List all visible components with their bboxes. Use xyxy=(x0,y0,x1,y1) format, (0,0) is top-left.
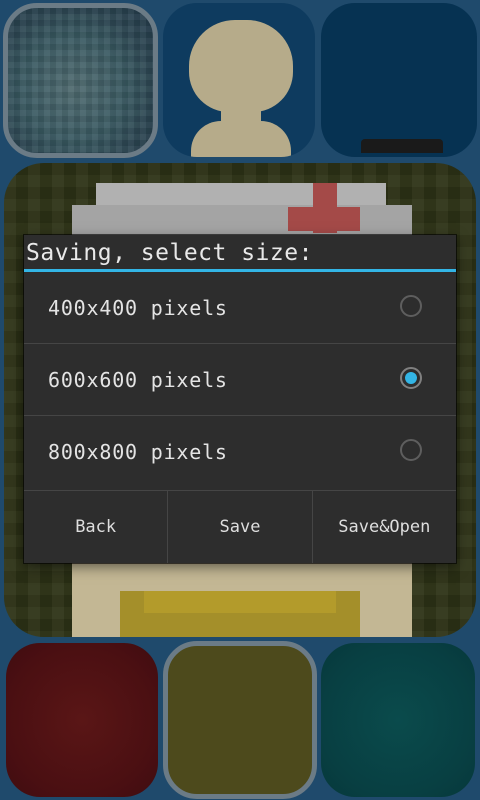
size-option-label: 400x400 pixels xyxy=(48,296,228,320)
radio-button-800[interactable] xyxy=(400,439,422,461)
color-tile-olive[interactable] xyxy=(163,641,317,799)
avatar-body-shape xyxy=(191,121,291,157)
save-button[interactable]: Save xyxy=(168,491,313,563)
avatar-silhouette-tile[interactable] xyxy=(163,3,315,157)
hat-brim-shape xyxy=(361,139,443,153)
radio-button-600[interactable] xyxy=(400,367,422,389)
size-option-label: 600x600 pixels xyxy=(48,368,228,392)
dialog-button-bar: Back Save Save&Open xyxy=(24,490,456,563)
size-option-400[interactable]: 400x400 pixels xyxy=(24,272,456,344)
avatar-head-icon xyxy=(189,20,293,112)
size-option-label: 800x800 pixels xyxy=(48,440,228,464)
back-button[interactable]: Back xyxy=(24,491,169,563)
radio-button-400[interactable] xyxy=(400,295,422,317)
red-cross-bar xyxy=(288,207,360,231)
blank-tile[interactable] xyxy=(321,3,477,157)
pixel-texture xyxy=(8,8,153,153)
dialog-title: Saving, select size: xyxy=(26,240,313,266)
save-size-dialog: Saving, select size: 400x400 pixels 600x… xyxy=(24,235,456,563)
nurse-hat xyxy=(72,205,412,237)
size-option-600[interactable]: 600x600 pixels xyxy=(24,344,456,416)
color-tile-teal[interactable] xyxy=(321,643,475,797)
collar-highlight xyxy=(144,591,336,613)
face-thumbnail-tile[interactable] xyxy=(3,3,158,158)
size-option-800[interactable]: 800x800 pixels xyxy=(24,416,456,488)
save-and-open-button[interactable]: Save&Open xyxy=(313,491,456,563)
color-tile-red[interactable] xyxy=(6,643,158,797)
app-screen: Saving, select size: 400x400 pixels 600x… xyxy=(0,0,480,800)
